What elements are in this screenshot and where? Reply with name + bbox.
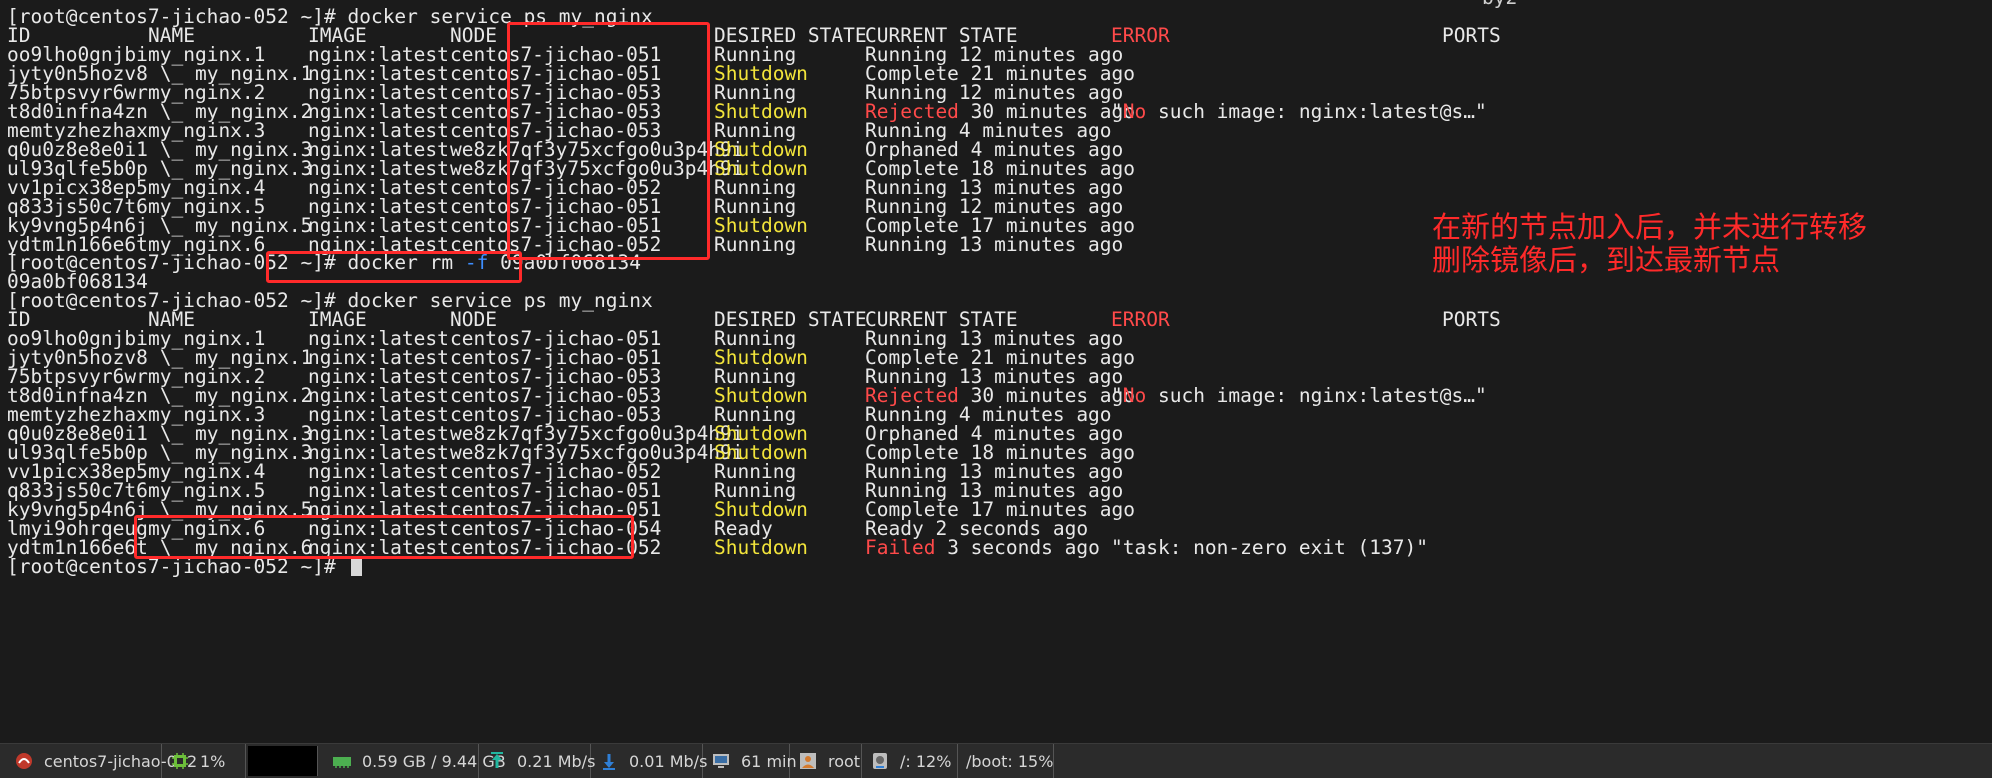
error-text: such image: nginx:latest@s…" bbox=[1146, 100, 1487, 123]
user-name: root bbox=[828, 751, 861, 771]
task-current-state: Failed 3 seconds ago bbox=[865, 536, 1100, 560]
download-arrow-icon bbox=[599, 751, 619, 771]
disk-icon bbox=[870, 751, 890, 771]
task-error: "No such image: nginx:latest@s…" bbox=[1111, 100, 1487, 124]
current-state-text: Running 13 minutes ago bbox=[865, 233, 1124, 256]
user-icon bbox=[798, 751, 818, 771]
memory-icon bbox=[332, 751, 352, 771]
annotation-line-2: 删除镜像后，到达最新节点 bbox=[1432, 243, 1781, 277]
host-segment[interactable]: centos7-jichao-052 bbox=[0, 744, 197, 778]
uptime-segment[interactable]: 61 min bbox=[703, 744, 797, 778]
command-text: docker service ps my_nginx bbox=[347, 289, 653, 312]
task-desired-state: Running bbox=[714, 233, 797, 256]
terminal-window[interactable]: by2 [root@centos7-jichao-052 ~]# docker … bbox=[0, 0, 1992, 743]
cpu-icon bbox=[170, 751, 190, 771]
uptime: 61 min bbox=[741, 751, 797, 771]
status-bar: centos7-jichao-052 1% 0.59 GB / 9.44 GB … bbox=[0, 743, 1992, 778]
current-state-text: 3 seconds ago bbox=[935, 536, 1100, 559]
disk-root-segment[interactable]: /: 12% bbox=[862, 744, 958, 778]
upload-segment[interactable]: 0.21 Mb/s bbox=[479, 744, 595, 778]
task-current-state: Running 13 minutes ago bbox=[865, 233, 1123, 257]
header-ports: PORTS bbox=[1442, 24, 1501, 47]
partial-top-text: by2 bbox=[1482, 0, 1517, 9]
linux-icon bbox=[14, 751, 34, 771]
task-error: "No such image: nginx:latest@s…" bbox=[1111, 384, 1487, 408]
disk-root-usage: /: 12% bbox=[900, 751, 952, 771]
task-desired-state: Shutdown bbox=[714, 536, 808, 559]
upload-arrow-icon bbox=[487, 751, 507, 771]
cpu-graph bbox=[248, 746, 318, 776]
current-state-status: Failed bbox=[865, 536, 936, 559]
cpu-segment[interactable]: 1% bbox=[162, 744, 246, 778]
highlight-box-node-column bbox=[507, 22, 710, 260]
text-cursor bbox=[351, 557, 363, 576]
error-text: No bbox=[1122, 100, 1147, 123]
user-segment[interactable]: root bbox=[790, 744, 862, 778]
error-text: " bbox=[1111, 384, 1123, 407]
task-error: "task: non-zero exit (137)" bbox=[1111, 536, 1428, 560]
error-text: No bbox=[1122, 384, 1147, 407]
upload-speed: 0.21 Mb/s bbox=[517, 751, 596, 771]
download-segment[interactable]: 0.01 Mb/s bbox=[591, 744, 707, 778]
error-text: such image: nginx:latest@s…" bbox=[1146, 384, 1487, 407]
download-speed: 0.01 Mb/s bbox=[629, 751, 708, 771]
monitor-icon bbox=[711, 751, 731, 771]
error-text: "task: non-zero exit (137)" bbox=[1111, 536, 1428, 559]
memory-segment[interactable]: 0.59 GB / 9.44 GB bbox=[324, 744, 506, 778]
error-text: " bbox=[1111, 100, 1123, 123]
disk-boot-usage: /boot: 15% bbox=[966, 751, 1054, 771]
highlight-box-new-task bbox=[134, 515, 634, 559]
cpu-usage: 1% bbox=[200, 751, 226, 771]
highlight-box-rm-command bbox=[266, 251, 522, 283]
header-ports: PORTS bbox=[1442, 308, 1501, 331]
disk-boot-segment[interactable]: /boot: 15% bbox=[958, 744, 1054, 778]
